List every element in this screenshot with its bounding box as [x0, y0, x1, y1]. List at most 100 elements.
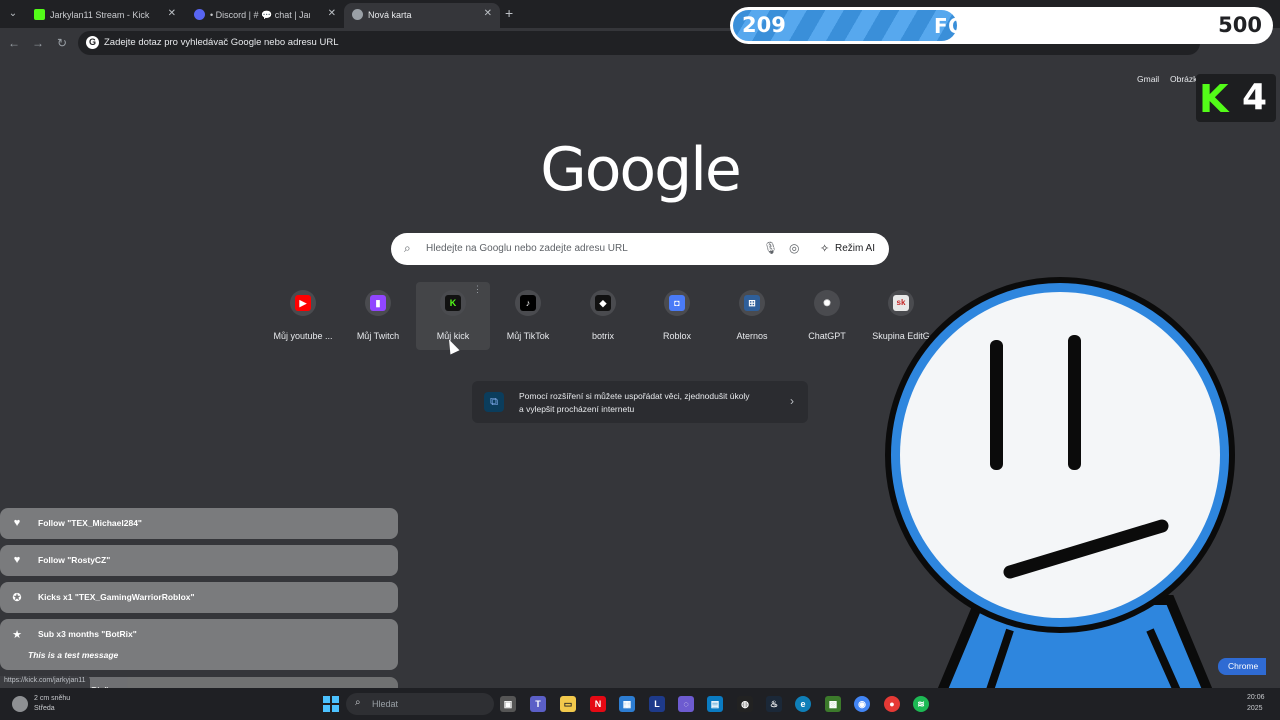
screen: ⌄ Jarkylan11 Stream - Kick Dashb ✕ • Dis…: [0, 0, 1280, 720]
tiktok-icon: ♪: [520, 295, 536, 311]
taskbar-search-placeholder: Hledat: [372, 699, 399, 709]
search-bar[interactable]: ⌕ Hledejte na Googlu nebo zadejte adresu…: [391, 233, 889, 265]
reload-icon[interactable]: ↻: [53, 34, 71, 52]
forward-icon[interactable]: →: [29, 34, 47, 52]
copilot-icon[interactable]: ◌: [678, 696, 694, 712]
ai-mode-label: Režim AI: [835, 243, 876, 254]
botrix-icon: ◆: [595, 295, 611, 311]
alert-text: Sub x3 months "BotRix": [38, 629, 137, 639]
alert-text: Follow "RostyCZ": [38, 555, 111, 565]
avatar-left-eye: [990, 340, 1003, 470]
shortcut-roblox[interactable]: ◘ Roblox: [640, 282, 714, 350]
more-options-icon[interactable]: ⋮: [473, 284, 482, 295]
shortcut-label: botrix: [591, 331, 614, 341]
tab-title: Nová karta: [368, 10, 412, 20]
close-icon[interactable]: ✕: [168, 8, 176, 19]
windows-start-icon[interactable]: [323, 696, 339, 712]
followers-goal: 500: [1218, 13, 1262, 37]
shortcut-icon-circle: K: [440, 290, 466, 316]
close-icon[interactable]: ✕: [328, 8, 336, 19]
roblox-icon: ◘: [669, 295, 685, 311]
omnibox-placeholder: Zadejte dotaz pro vyhledávač Google nebo…: [104, 37, 339, 48]
shortcut-icon-circle: ◘: [664, 290, 690, 316]
calculator-icon[interactable]: ▦: [619, 696, 635, 712]
obs-icon[interactable]: ◍: [737, 696, 753, 712]
google-icon: G: [86, 36, 99, 49]
clock-time[interactable]: 20:06: [1247, 694, 1265, 701]
promo-text-line1: Pomocí rozšíření si můžete uspořádat věc…: [519, 391, 750, 401]
tab-new-tab[interactable]: Nová karta ✕: [344, 3, 500, 28]
netflix-icon[interactable]: N: [590, 696, 606, 712]
tab-title: Jarkylan11 Stream - Kick Dashb: [50, 10, 150, 20]
alert-item: ✪ Kicks x1 "TEX_GamingWarriorRoblox": [0, 582, 398, 613]
shortcut-aternos[interactable]: ⊞ Aternos: [715, 282, 789, 350]
tab-search-icon[interactable]: ⌄: [4, 6, 22, 22]
back-icon[interactable]: ←: [5, 34, 23, 52]
store-icon[interactable]: ▤: [707, 696, 723, 712]
shortcut-botrix[interactable]: ◆ botrix: [566, 282, 640, 350]
aternos-icon: ⊞: [744, 295, 760, 311]
steam-icon[interactable]: ♨: [766, 696, 782, 712]
kick-count: 4: [1242, 77, 1268, 118]
shortcut-twitch[interactable]: ▮ Můj Twitch: [341, 282, 415, 350]
kick-counter-widget: K 4: [1196, 74, 1276, 122]
alert-item: ★ Sub x3 months "BotRix" This is a test …: [0, 619, 398, 670]
app-icon[interactable]: ●: [884, 696, 900, 712]
shortcut-label: Můj youtube ...: [273, 331, 333, 341]
tab-discord[interactable]: • Discord | # 💬 chat | Jarkylan ✕: [186, 3, 344, 28]
new-tab-icon[interactable]: +: [505, 5, 513, 21]
spotify-icon[interactable]: ≋: [913, 696, 929, 712]
ai-search-icon: ✧: [820, 243, 830, 255]
taskbar: 2 cm sněhu Středa ⌕ Hledat ▣ T ▭ N ▦ L ◌…: [0, 688, 1280, 720]
kick-coin-icon: ✪: [12, 592, 22, 604]
search-icon: ⌕: [355, 697, 361, 708]
weather-text: 2 cm sněhu: [34, 695, 71, 702]
shortcut-icon-circle: ▶: [290, 290, 316, 316]
shortcut-label: Můj TikTok: [506, 331, 550, 341]
tab-title: • Discord | # 💬 chat | Jarkylan: [210, 10, 310, 20]
tab-kick-dashboard[interactable]: Jarkylan11 Stream - Kick Dashb ✕: [26, 3, 184, 28]
lens-icon[interactable]: ◎: [789, 241, 799, 255]
ai-mode-button[interactable]: ✧ Režim AI: [813, 238, 883, 260]
kick-icon: K: [445, 295, 461, 311]
close-icon[interactable]: ✕: [484, 8, 492, 19]
chrome-icon: [352, 9, 363, 20]
teams-icon[interactable]: T: [530, 696, 546, 712]
search-input[interactable]: Hledejte na Googlu nebo zadejte adresu U…: [426, 243, 628, 254]
clock-date[interactable]: 2025: [1247, 705, 1263, 712]
file-explorer-icon[interactable]: ▭: [560, 696, 576, 712]
microphone-icon[interactable]: 🎙: [763, 241, 778, 255]
shortcut-youtube[interactable]: ▶ Můj youtube ...: [266, 282, 340, 350]
shortcut-icon-circle: ⊞: [739, 290, 765, 316]
shortcut-label: Aternos: [736, 331, 768, 341]
launcher-icon[interactable]: L: [649, 696, 665, 712]
shortcut-tiktok[interactable]: ♪ Můj TikTok: [491, 282, 565, 350]
gmail-link[interactable]: Gmail: [1137, 74, 1159, 84]
extensions-promo[interactable]: ⧉ Pomocí rozšíření si můžete uspořádat v…: [472, 381, 808, 423]
alert-item: ♥ Follow "TEX_Michael284": [0, 508, 398, 539]
shortcut-icon-circle: ◆: [590, 290, 616, 316]
chrome-notification[interactable]: Chrome: [1218, 658, 1267, 675]
edge-icon[interactable]: e: [795, 696, 811, 712]
kick-logo: K: [1199, 77, 1229, 121]
avatar-face: [900, 292, 1220, 618]
heart-icon: ♥: [13, 554, 21, 566]
alert-item: ♥ Follow "RostyCZ": [0, 545, 398, 576]
twitch-icon: ▮: [370, 295, 386, 311]
youtube-icon: ▶: [295, 295, 311, 311]
chrome-icon[interactable]: ◉: [854, 696, 870, 712]
weather-snow-icon[interactable]: [12, 696, 28, 712]
minecraft-icon[interactable]: ▩: [825, 696, 841, 712]
chevron-right-icon[interactable]: ›: [790, 394, 794, 408]
avatar-right-eye: [1068, 335, 1081, 470]
task-view-icon[interactable]: ▣: [500, 696, 516, 712]
chatgpt-icon: ✺: [819, 295, 835, 311]
google-logo: Google: [540, 135, 742, 205]
shortcut-chatgpt[interactable]: ✺ ChatGPT: [790, 282, 864, 350]
followers-label: FOLLOWERS: [934, 14, 1077, 38]
taskbar-search[interactable]: ⌕ Hledat: [346, 693, 494, 715]
extension-puzzle-icon: ⧉: [484, 392, 504, 412]
streamer-avatar-character: [885, 277, 1235, 720]
shortcut-icon-circle: ▮: [365, 290, 391, 316]
alert-text: Follow "TEX_Michael284": [38, 518, 142, 528]
